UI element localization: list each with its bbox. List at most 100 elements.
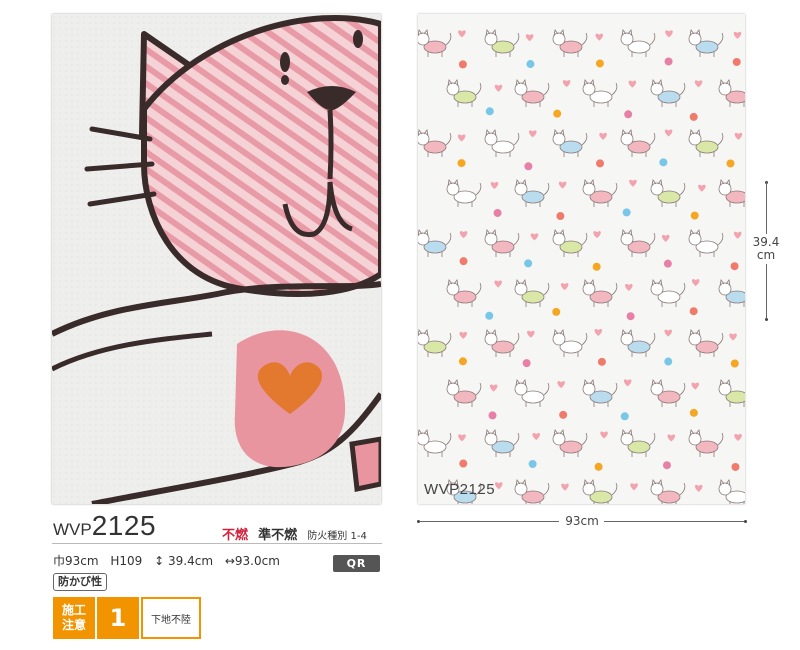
cat-motif	[582, 379, 618, 407]
height-unit: cm	[756, 248, 776, 262]
installation-label: 施工 注意	[53, 597, 95, 639]
heart-motif	[459, 331, 468, 339]
installation-number: 1	[97, 597, 139, 639]
cat-motif	[514, 479, 550, 504]
width-dimension-line	[419, 521, 559, 522]
cat-motif	[484, 329, 520, 357]
spec-width: 巾93cm	[53, 554, 99, 568]
cat-motif	[582, 179, 618, 207]
cat-motif	[620, 29, 656, 57]
heart-motif	[691, 382, 700, 390]
cat-motif	[418, 229, 452, 257]
flower-motif	[726, 159, 735, 168]
cat-motif	[582, 479, 618, 504]
cat-motif	[650, 79, 686, 107]
heart-motif	[494, 84, 503, 92]
semi-nonflammable-label: 準不燃	[258, 528, 298, 543]
cat-motif	[552, 29, 588, 57]
heart-motif	[664, 329, 673, 337]
flower-motif	[597, 357, 606, 366]
cat-motif	[582, 279, 618, 307]
flower-motif	[552, 307, 561, 316]
product-code: WVP2125	[53, 510, 156, 542]
product-code-number: 2125	[91, 510, 157, 541]
flower-motif	[624, 110, 633, 119]
flower-motif	[556, 212, 565, 221]
cat-motif	[418, 129, 452, 157]
flower-motif	[689, 307, 698, 316]
cat-motif	[650, 479, 686, 504]
heart-motif	[600, 431, 608, 439]
installation-label-line1: 施工	[61, 603, 86, 617]
heart-motif	[625, 283, 633, 291]
heart-motif	[562, 80, 571, 88]
flower-motif	[488, 411, 497, 420]
qr-button[interactable]: QR	[333, 555, 380, 572]
cat-motif	[446, 79, 482, 107]
heart-motif	[527, 330, 535, 338]
flower-motif	[595, 59, 604, 68]
cat-motif	[514, 179, 550, 207]
height-dimension-line	[766, 182, 767, 234]
flower-motif	[730, 262, 739, 271]
flower-motif	[659, 158, 668, 167]
heart-motif	[729, 333, 737, 341]
cat-motif	[514, 79, 550, 107]
installation-label-line2: 注意	[61, 618, 86, 632]
flower-motif	[664, 57, 673, 66]
cat-motif	[484, 229, 520, 257]
cat-motif	[718, 379, 745, 407]
flower-motif	[732, 57, 741, 66]
cat-motif	[650, 279, 686, 307]
heart-motif	[733, 31, 742, 39]
installation-note: 施工 注意 1 下地不陸	[53, 597, 201, 639]
heart-motif	[664, 129, 673, 137]
pattern-image: WVP2125	[418, 14, 745, 504]
heart-motif	[525, 34, 534, 42]
flower-motif	[485, 107, 494, 116]
heart-motif	[489, 384, 498, 392]
fire-rating: 不燃 準不燃 防火種別 1-4	[222, 524, 367, 543]
flower-motif	[689, 408, 698, 417]
cat-motif	[688, 129, 724, 157]
flower-motif	[522, 359, 531, 368]
flower-motif	[731, 462, 740, 471]
heart-motif	[458, 30, 466, 38]
cat-motif	[718, 179, 745, 207]
flower-motif	[730, 359, 739, 368]
heart-motif	[561, 483, 569, 491]
mold-resistant-badge: 防かび性	[53, 573, 107, 591]
cat-motif	[718, 479, 745, 504]
cat-motif	[688, 429, 724, 457]
heart-motif	[629, 179, 637, 187]
heart-motif	[494, 482, 503, 490]
flower-motif	[524, 259, 533, 268]
spec-repeat-vertical: ↕ 39.4cm	[154, 554, 214, 568]
cat-motif	[552, 129, 588, 157]
width-dimension-label: 93cm	[565, 514, 599, 528]
heart-motif	[734, 132, 743, 140]
cat-motif	[620, 329, 656, 357]
cat-motif	[650, 179, 686, 207]
cat-motif	[718, 279, 745, 307]
heart-motif	[494, 280, 502, 288]
cat-motif	[582, 79, 618, 107]
heart-motif	[528, 130, 537, 138]
fire-class-label: 防火種別 1-4	[307, 531, 367, 542]
cat-motif	[446, 279, 482, 307]
flower-motif	[690, 211, 699, 220]
cat-motif	[620, 429, 656, 457]
heart-motif	[558, 181, 567, 189]
height-dim-end	[765, 318, 768, 321]
spec-line: 巾93cm H109 ↕ 39.4cm ↔93.0cm	[53, 552, 288, 569]
width-dimension-line	[604, 521, 745, 522]
flower-motif	[524, 162, 533, 171]
heart-motif	[661, 234, 670, 242]
heart-motif	[594, 328, 603, 337]
cat-motif	[552, 329, 588, 357]
heart-motif	[593, 231, 601, 239]
flower-motif	[458, 60, 467, 69]
heart-motif	[630, 483, 638, 491]
flower-motif	[493, 208, 502, 217]
heart-motif	[623, 379, 632, 387]
